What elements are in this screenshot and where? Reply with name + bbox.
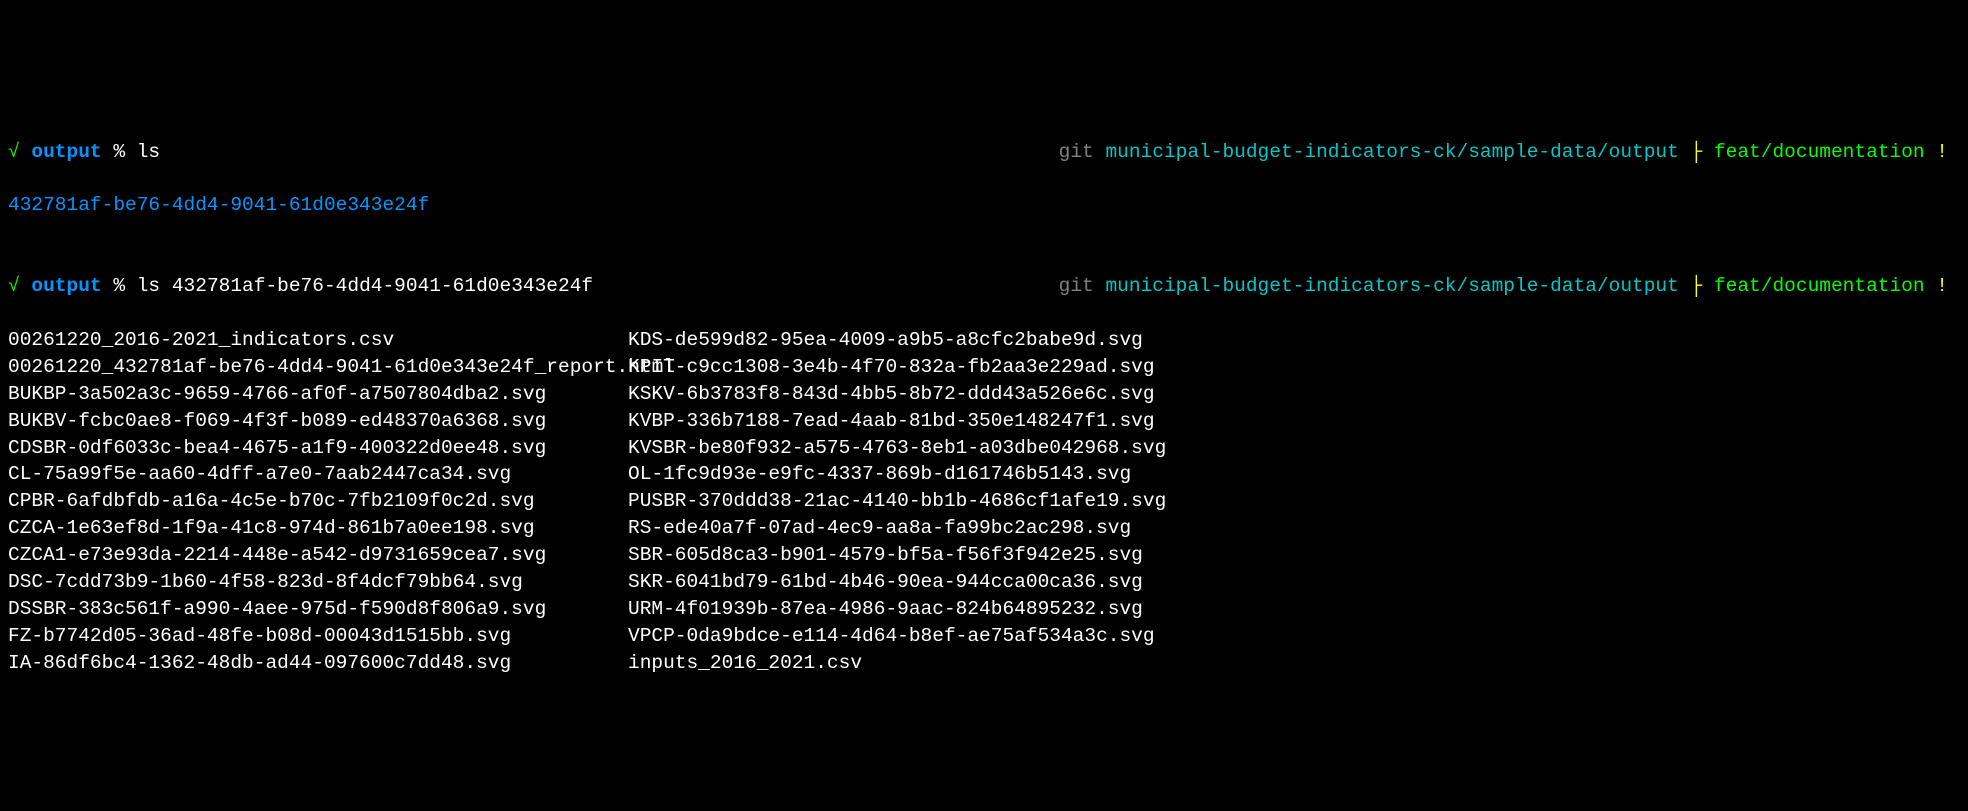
prompt-line-1[interactable]: √ output % ls git municipal-budget-indic… bbox=[8, 112, 1960, 166]
ls-output-directory: 432781af-be76-4dd4-9041-61d0e343e24f bbox=[8, 192, 1960, 219]
branch-icon: ├ bbox=[1691, 275, 1703, 297]
file-entry: 00261220_2016-2021_indicators.csv bbox=[8, 327, 628, 354]
status-check-icon: √ bbox=[8, 275, 20, 297]
file-entry: PUSBR-370ddd38-21ac-4140-bb1b-4686cf1afe… bbox=[628, 488, 1166, 515]
file-column-1: 00261220_2016-2021_indicators.csv 002612… bbox=[8, 327, 628, 677]
ls-output-files: 00261220_2016-2021_indicators.csv 002612… bbox=[8, 327, 1960, 677]
file-entry: RS-ede40a7f-07ad-4ec9-aa8a-fa99bc2ac298.… bbox=[628, 515, 1166, 542]
file-entry: CZCA1-e73e93da-2214-448e-a542-d9731659ce… bbox=[8, 542, 628, 569]
file-entry: CL-75a99f5e-aa60-4dff-a7e0-7aab2447ca34.… bbox=[8, 461, 628, 488]
git-label: git bbox=[1059, 275, 1094, 297]
file-entry: FZ-b7742d05-36ad-48fe-b08d-00043d1515bb.… bbox=[8, 623, 628, 650]
command-text: ls 432781af-be76-4dd4-9041-61d0e343e24f bbox=[137, 275, 593, 297]
file-entry: KDS-de599d82-95ea-4009-a9b5-a8cfc2babe9d… bbox=[628, 327, 1166, 354]
file-entry: SKR-6041bd79-61bd-4b46-90ea-944cca00ca36… bbox=[628, 569, 1166, 596]
branch-name: feat/documentation bbox=[1714, 275, 1925, 297]
file-entry: KVBP-336b7188-7ead-4aab-81bd-350e148247f… bbox=[628, 408, 1166, 435]
git-label: git bbox=[1059, 141, 1094, 163]
file-entry: CPBR-6afdbfdb-a16a-4c5e-b70c-7fb2109f0c2… bbox=[8, 488, 628, 515]
dirty-indicator-icon: ! bbox=[1936, 141, 1948, 163]
file-entry: CZCA-1e63ef8d-1f9a-41c8-974d-861b7a0ee19… bbox=[8, 515, 628, 542]
command-text: ls bbox=[137, 141, 160, 163]
file-entry: OL-1fc9d93e-e9fc-4337-869b-d161746b5143.… bbox=[628, 461, 1166, 488]
git-repo-path: municipal-budget-indicators-ck/sample-da… bbox=[1105, 141, 1678, 163]
file-entry: URM-4f01939b-87ea-4986-9aac-824b64895232… bbox=[628, 596, 1166, 623]
file-entry: BUKBV-fcbc0ae8-f069-4f3f-b089-ed48370a63… bbox=[8, 408, 628, 435]
current-dir: output bbox=[31, 275, 101, 297]
file-entry: KSKV-6b3783f8-843d-4bb5-8b72-ddd43a526e6… bbox=[628, 381, 1166, 408]
git-repo-path: municipal-budget-indicators-ck/sample-da… bbox=[1105, 275, 1678, 297]
file-entry: DSSBR-383c561f-a990-4aee-975d-f590d8f806… bbox=[8, 596, 628, 623]
current-dir: output bbox=[31, 141, 101, 163]
branch-name: feat/documentation bbox=[1714, 141, 1925, 163]
file-column-2: KDS-de599d82-95ea-4009-a9b5-a8cfc2babe9d… bbox=[628, 327, 1166, 677]
dirty-indicator-icon: ! bbox=[1936, 275, 1948, 297]
file-entry: inputs_2016_2021.csv bbox=[628, 650, 1166, 677]
prompt-symbol: % bbox=[113, 275, 125, 297]
file-entry: CDSBR-0df6033c-bea4-4675-a1f9-400322d0ee… bbox=[8, 435, 628, 462]
file-entry: SBR-605d8ca3-b901-4579-bf5a-f56f3f942e25… bbox=[628, 542, 1166, 569]
file-entry: KVSBR-be80f932-a575-4763-8eb1-a03dbe0429… bbox=[628, 435, 1166, 462]
file-entry: DSC-7cdd73b9-1b60-4f58-823d-8f4dcf79bb64… bbox=[8, 569, 628, 596]
file-entry: 00261220_432781af-be76-4dd4-9041-61d0e34… bbox=[8, 354, 628, 381]
prompt-line-2[interactable]: √ output % ls 432781af-be76-4dd4-9041-61… bbox=[8, 246, 1960, 300]
file-entry: IA-86df6bc4-1362-48db-ad44-097600c7dd48.… bbox=[8, 650, 628, 677]
file-entry: KPIT-c9cc1308-3e4b-4f70-832a-fb2aa3e229a… bbox=[628, 354, 1166, 381]
file-entry: BUKBP-3a502a3c-9659-4766-af0f-a7507804db… bbox=[8, 381, 628, 408]
directory-entry: 432781af-be76-4dd4-9041-61d0e343e24f bbox=[8, 194, 429, 216]
prompt-symbol: % bbox=[113, 141, 125, 163]
file-entry: VPCP-0da9bdce-e114-4d64-b8ef-ae75af534a3… bbox=[628, 623, 1166, 650]
branch-icon: ├ bbox=[1691, 141, 1703, 163]
status-check-icon: √ bbox=[8, 141, 20, 163]
